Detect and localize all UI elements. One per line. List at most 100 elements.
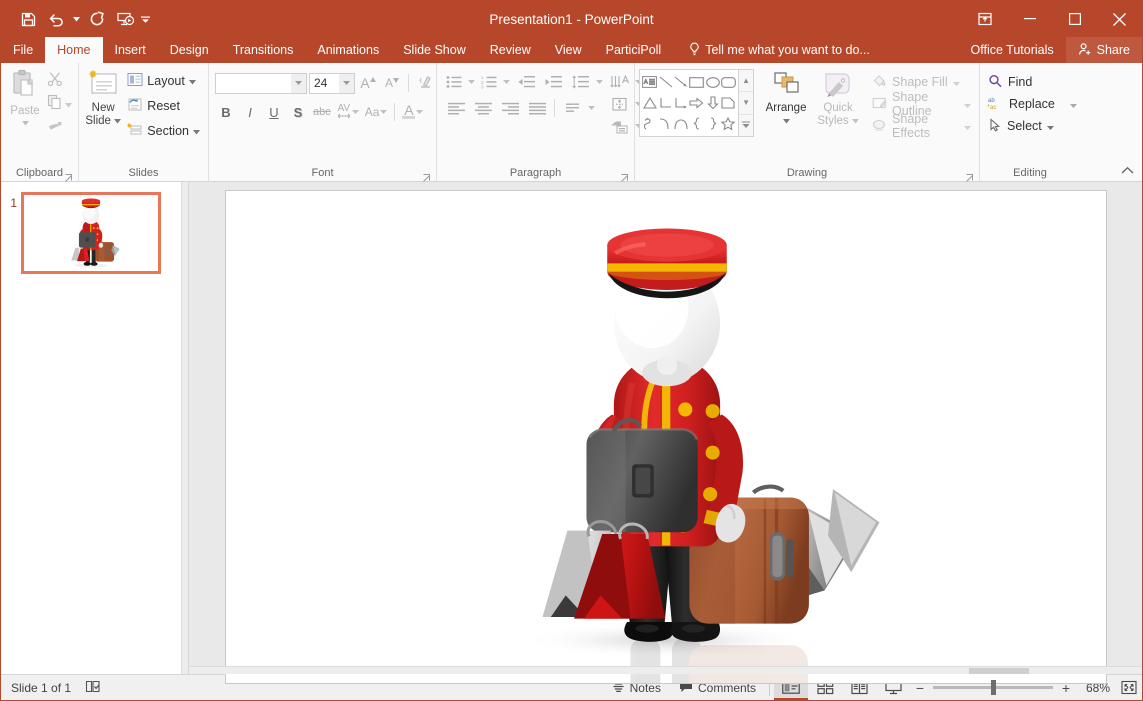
section-dropdown-icon[interactable] <box>193 124 200 138</box>
tab-slide-show[interactable]: Slide Show <box>391 37 478 63</box>
change-case-button[interactable]: Aa <box>363 101 390 123</box>
strikethrough-button[interactable]: abc <box>311 101 333 123</box>
format-painter-button[interactable] <box>45 117 74 137</box>
line-arrow-shape[interactable] <box>673 72 689 93</box>
copy-dropdown-icon[interactable] <box>65 95 72 113</box>
arrange-dropdown-icon[interactable] <box>783 115 790 127</box>
paste-dropdown-icon[interactable] <box>22 117 29 129</box>
horizontal-scrollbar[interactable] <box>189 666 1142 674</box>
replace-button[interactable]: ab ac Replace <box>984 93 1081 115</box>
shapes-gallery-scrollbar[interactable]: ▲ ▼ <box>738 70 753 136</box>
replace-dropdown-icon[interactable] <box>1060 97 1077 111</box>
right-arrow-shape[interactable] <box>689 93 705 114</box>
arc-shape[interactable] <box>673 113 689 134</box>
account-name[interactable]: Office Tutorials <box>959 37 1066 63</box>
oval-shape[interactable] <box>705 72 721 93</box>
new-slide-dropdown-icon[interactable] <box>114 115 121 128</box>
justify-button[interactable] <box>524 97 550 119</box>
down-arrow-shape[interactable] <box>705 93 721 114</box>
shape-outline-dropdown-icon[interactable] <box>964 97 971 111</box>
tab-review[interactable]: Review <box>478 37 543 63</box>
center-button[interactable] <box>470 97 496 119</box>
slide-thumbnail-pane[interactable]: 1 <box>1 182 189 674</box>
paste-button[interactable]: Paste <box>5 67 45 129</box>
tab-animations[interactable]: Animations <box>305 37 391 63</box>
columns-dropdown-icon[interactable] <box>586 97 597 119</box>
bold-button[interactable]: B <box>215 101 237 123</box>
font-dialog-launcher[interactable] <box>422 170 432 180</box>
columns-button[interactable] <box>559 97 585 119</box>
tab-insert[interactable]: Insert <box>103 37 158 63</box>
tab-home[interactable]: Home <box>45 37 102 63</box>
layout-button[interactable]: Layout <box>123 69 204 93</box>
increase-font-size-button[interactable]: A <box>357 72 379 94</box>
shapes-scroll-up-icon[interactable]: ▲ <box>739 70 753 92</box>
shape-effects-button[interactable]: Shape Effects <box>868 115 975 137</box>
arrange-button[interactable]: Arrange <box>760 69 812 128</box>
slide-indicator[interactable]: Slide 1 of 1 <box>11 681 71 695</box>
font-color-button[interactable]: A <box>400 101 425 123</box>
rectangle-shape[interactable] <box>689 72 705 93</box>
ribbon-display-options-icon[interactable] <box>962 3 1007 35</box>
curve-shape[interactable] <box>658 113 674 134</box>
line-spacing-dropdown-icon[interactable] <box>594 71 605 93</box>
clipboard-dialog-launcher[interactable] <box>64 170 74 180</box>
bullets-dropdown-icon[interactable] <box>466 71 477 93</box>
tab-participoll[interactable]: ParticiPoll <box>594 37 674 63</box>
tab-design[interactable]: Design <box>158 37 221 63</box>
new-slide-button[interactable]: New Slide <box>83 67 123 128</box>
align-right-button[interactable] <box>497 97 523 119</box>
slide-thumbnail-1[interactable] <box>21 192 161 274</box>
save-icon[interactable] <box>15 6 41 32</box>
cut-button[interactable] <box>45 71 74 91</box>
drawing-dialog-launcher[interactable] <box>965 170 975 180</box>
fit-slide-to-window-icon[interactable] <box>1116 677 1142 699</box>
section-button[interactable]: Section <box>123 119 204 143</box>
increase-list-level-button[interactable] <box>540 71 566 93</box>
redo-icon[interactable] <box>84 6 110 32</box>
star-shape[interactable] <box>720 113 736 134</box>
tab-transitions[interactable]: Transitions <box>221 37 306 63</box>
shapes-gallery[interactable]: A <box>639 69 754 137</box>
paragraph-dialog-launcher[interactable] <box>620 170 630 180</box>
elbow-connector-shape[interactable] <box>658 93 674 114</box>
pentagon-shape[interactable] <box>720 93 736 114</box>
align-left-button[interactable] <box>443 97 469 119</box>
rounded-rectangle-shape[interactable] <box>720 72 736 93</box>
maximize-button[interactable] <box>1052 3 1097 35</box>
decrease-font-size-button[interactable]: A <box>381 72 403 94</box>
accessibility-check-icon[interactable] <box>85 679 101 697</box>
quick-styles-button[interactable]: Quick Styles <box>812 69 864 128</box>
shapes-scroll-down-icon[interactable]: ▼ <box>739 92 753 114</box>
close-button[interactable] <box>1097 3 1142 35</box>
text-shadow-button[interactable]: S <box>287 101 309 123</box>
share-button[interactable]: Share <box>1066 37 1142 63</box>
collapse-ribbon-button[interactable] <box>1118 162 1136 178</box>
line-spacing-button[interactable] <box>567 71 593 93</box>
start-from-beginning-icon[interactable] <box>112 6 138 32</box>
undo-icon[interactable] <box>43 6 69 32</box>
clear-all-formatting-button[interactable] <box>414 72 436 94</box>
italic-button[interactable]: I <box>239 101 261 123</box>
tab-view[interactable]: View <box>543 37 594 63</box>
zoom-track[interactable] <box>933 686 1053 689</box>
character-spacing-button[interactable]: AV <box>335 101 361 123</box>
tell-me-search[interactable]: Tell me what you want to do... <box>679 37 880 63</box>
convert-to-smartart-button[interactable] <box>607 115 633 137</box>
zoom-knob[interactable] <box>991 680 996 695</box>
text-direction-button[interactable] <box>607 71 633 93</box>
tab-file[interactable]: File <box>1 37 45 63</box>
slide-editing-pane[interactable] <box>189 182 1142 674</box>
find-button[interactable]: Find <box>984 71 1081 93</box>
customize-quick-access-toolbar-icon[interactable] <box>140 7 151 31</box>
scribble-shape[interactable] <box>642 113 658 134</box>
minimize-button[interactable] <box>1007 3 1052 35</box>
font-name-combobox[interactable] <box>215 73 307 94</box>
elbow-arrow-connector-shape[interactable] <box>673 93 689 114</box>
right-brace-shape[interactable] <box>705 113 721 134</box>
numbering-dropdown-icon[interactable] <box>501 71 512 93</box>
slide-image-bellhop[interactable] <box>226 191 1107 684</box>
layout-dropdown-icon[interactable] <box>189 74 196 88</box>
select-button[interactable]: Select <box>984 115 1081 137</box>
text-box-shape[interactable]: A <box>642 72 658 93</box>
